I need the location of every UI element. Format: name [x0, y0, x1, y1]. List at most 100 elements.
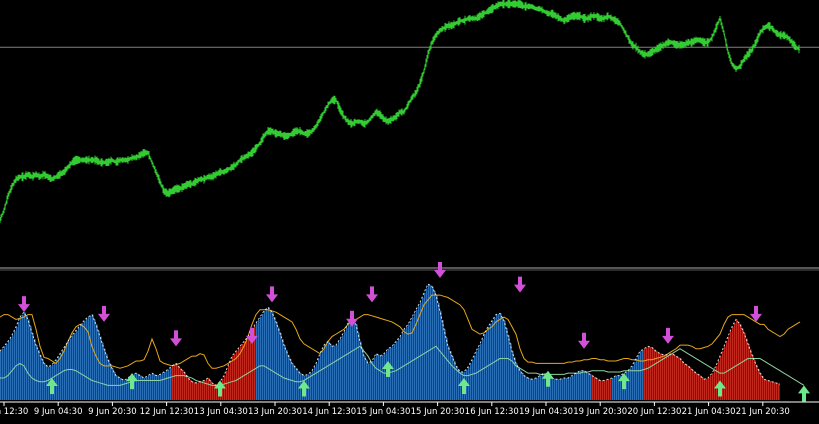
- histogram-bar: [614, 376, 616, 400]
- histogram-bar: [140, 375, 142, 400]
- histogram-bar: [562, 378, 564, 400]
- histogram-bar: [16, 326, 18, 400]
- histogram-bar: [574, 374, 576, 400]
- histogram-bar: [178, 365, 180, 400]
- histogram-bar: [116, 375, 118, 400]
- histogram-bar: [38, 349, 40, 400]
- histogram-bar: [260, 317, 262, 400]
- histogram-bar: [636, 358, 638, 400]
- histogram-bar: [566, 378, 568, 400]
- histogram-bar: [498, 313, 500, 400]
- histogram-bar: [732, 326, 734, 400]
- histogram-bar: [376, 353, 378, 400]
- histogram-bar: [32, 332, 34, 400]
- histogram-bar: [104, 348, 106, 400]
- histogram-bar: [510, 343, 512, 400]
- histogram-bar: [646, 347, 648, 400]
- histogram-bar: [26, 315, 28, 400]
- histogram-bar: [700, 375, 702, 400]
- histogram-bar: [762, 376, 764, 400]
- histogram-bar: [200, 381, 202, 400]
- histogram-bar: [202, 381, 204, 400]
- histogram-bar: [122, 379, 124, 400]
- histogram-bar: [282, 339, 284, 400]
- histogram-bar: [512, 351, 514, 400]
- time-tick-label: 15 Jun 04:30: [356, 407, 410, 417]
- histogram-bar: [742, 328, 744, 400]
- histogram-bar: [568, 378, 570, 400]
- histogram-bar: [294, 365, 296, 400]
- histogram-bar: [366, 359, 368, 400]
- histogram-bar: [488, 326, 490, 400]
- histogram-bar: [472, 359, 474, 400]
- histogram-bar: [668, 354, 670, 400]
- histogram-bar: [272, 312, 274, 400]
- histogram-bar: [710, 375, 712, 400]
- histogram-bar: [74, 332, 76, 400]
- histogram-bar: [194, 382, 196, 400]
- histogram-bar: [674, 354, 676, 400]
- histogram-bar: [318, 358, 320, 400]
- histogram-bar: [594, 376, 596, 400]
- histogram-bar: [128, 378, 130, 400]
- histogram-bar: [590, 374, 592, 400]
- histogram-bar: [478, 347, 480, 400]
- histogram-bar: [94, 319, 96, 400]
- histogram-bar: [384, 353, 386, 400]
- histogram-bar: [598, 379, 600, 400]
- histogram-bar: [582, 370, 584, 400]
- histogram-bar: [424, 292, 426, 400]
- histogram-bar: [168, 369, 170, 400]
- histogram-bar: [750, 349, 752, 400]
- histogram-bar: [12, 335, 14, 400]
- histogram-bar: [530, 378, 532, 400]
- histogram-bar: [170, 367, 172, 400]
- histogram-bar: [172, 365, 174, 400]
- histogram-bar: [522, 373, 524, 400]
- histogram-bar: [572, 375, 574, 400]
- histogram-bar: [332, 346, 334, 400]
- histogram-bar: [190, 379, 192, 400]
- histogram-bar: [382, 354, 384, 400]
- histogram-bar: [420, 302, 422, 400]
- histogram-bar: [766, 379, 768, 400]
- histogram-bar: [320, 353, 322, 400]
- time-tick-label: 14 Jun 12:30: [302, 407, 356, 417]
- histogram-bar: [490, 323, 492, 400]
- time-tick-label: 19 Jun 20:30: [573, 407, 627, 417]
- histogram-bar: [234, 353, 236, 400]
- histogram-bar: [438, 303, 440, 400]
- histogram-bar: [652, 347, 654, 400]
- histogram-bar: [578, 371, 580, 400]
- histogram-bar: [448, 346, 450, 400]
- histogram-bar: [380, 356, 382, 400]
- histogram-bar: [288, 354, 290, 400]
- histogram-bar: [274, 317, 276, 400]
- histogram-bar: [248, 336, 250, 400]
- histogram-bar: [378, 354, 380, 400]
- histogram-bar: [610, 378, 612, 400]
- histogram-bar: [672, 353, 674, 400]
- histogram-bar: [760, 373, 762, 400]
- histogram-bar: [64, 347, 66, 400]
- histogram-bar: [210, 380, 212, 400]
- histogram-bar: [6, 343, 8, 400]
- histogram-bar: [348, 323, 350, 400]
- histogram-bar: [560, 379, 562, 400]
- histogram-bar: [468, 367, 470, 400]
- histogram-bar: [534, 378, 536, 400]
- histogram-bar: [690, 367, 692, 400]
- histogram-bar: [372, 360, 374, 400]
- histogram-bar: [20, 317, 22, 400]
- histogram-bar: [346, 327, 348, 400]
- histogram-bar: [540, 375, 542, 400]
- histogram-bar: [258, 320, 260, 400]
- histogram-bar: [520, 370, 522, 400]
- histogram-bar: [326, 343, 328, 400]
- histogram-bar: [240, 346, 242, 400]
- histogram-bar: [682, 360, 684, 400]
- histogram-bar: [550, 376, 552, 400]
- histogram-bar: [340, 339, 342, 400]
- histogram-bar: [778, 383, 780, 400]
- histogram-bar: [500, 313, 502, 400]
